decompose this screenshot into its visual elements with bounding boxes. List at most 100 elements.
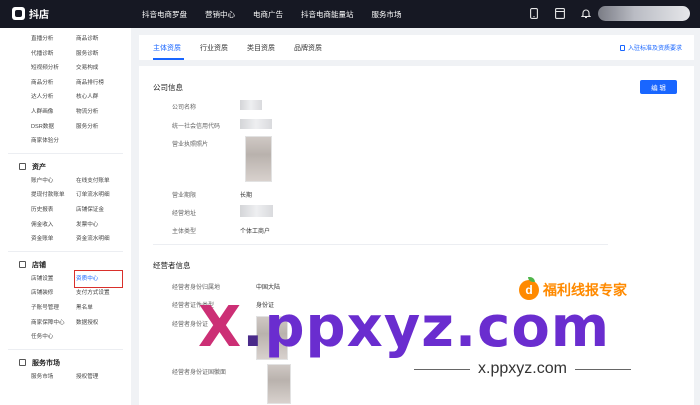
edit-button[interactable]: 编 辑 bbox=[640, 80, 677, 94]
sidebar-item[interactable]: 数据授权 bbox=[76, 316, 121, 331]
address-redacted bbox=[240, 205, 273, 217]
sidebar-section-store[interactable]: 店铺 bbox=[19, 258, 131, 272]
sidebar-item[interactable]: 核心人群 bbox=[76, 90, 121, 105]
sidebar-market-items: 服务市场 授权管理 bbox=[31, 370, 131, 385]
sidebar-item[interactable]: 商品排行榜 bbox=[76, 76, 121, 91]
app-name: 抖店 bbox=[29, 10, 49, 21]
sidebar-divider bbox=[8, 348, 123, 350]
nav-marketing[interactable]: 营销中心 bbox=[205, 9, 235, 20]
sidebar-item[interactable]: 直播分析 bbox=[31, 32, 76, 47]
sidebar-item[interactable]: 短视频分析 bbox=[31, 61, 76, 76]
bell-icon[interactable] bbox=[580, 7, 592, 20]
sidebar-item[interactable]: 商家保障中心 bbox=[31, 316, 76, 331]
sidebar-item[interactable] bbox=[76, 134, 121, 149]
sidebar-item[interactable]: 在线支付账单 bbox=[76, 174, 121, 189]
nav-ads[interactable]: 电商广告 bbox=[253, 9, 283, 20]
section-title: 资产 bbox=[32, 163, 46, 171]
sidebar-item-qualification-center[interactable]: 资质中心 bbox=[74, 269, 123, 289]
sidebar-data-items: 直播分析 商品诊断 代播诊断 服务诊断 短视频分析 交易构成 商品分析 商品排行… bbox=[31, 32, 131, 149]
tab-brand-qualification[interactable]: 品牌资质 bbox=[294, 43, 322, 53]
sidebar-item[interactable]: 交易构成 bbox=[76, 61, 121, 76]
sidebar-item[interactable]: 发票中心 bbox=[76, 218, 121, 233]
entity-type-value: 个体工商户 bbox=[240, 229, 271, 235]
sidebar-item[interactable]: 支付方式设置 bbox=[76, 286, 121, 301]
sidebar-item[interactable]: 佣金收入 bbox=[31, 218, 76, 233]
sidebar-item[interactable]: 店铺装修 bbox=[31, 286, 76, 301]
sidebar-item[interactable]: 资金流水明细 bbox=[76, 232, 121, 247]
sidebar-item[interactable]: 服务市场 bbox=[31, 370, 76, 385]
watermark-dot: . bbox=[242, 295, 265, 360]
nav-service-market[interactable]: 服务市场 bbox=[372, 9, 402, 20]
nav-compass[interactable]: 抖音电商罗盘 bbox=[142, 9, 187, 20]
tab-industry-qualification[interactable]: 行业资质 bbox=[200, 43, 228, 53]
sidebar-item[interactable]: 达人分析 bbox=[31, 90, 76, 105]
term-value: 长期 bbox=[240, 193, 253, 199]
sidebar-item[interactable] bbox=[76, 330, 121, 345]
section-divider bbox=[153, 244, 608, 245]
sidebar-item[interactable]: 服务诊断 bbox=[76, 47, 121, 62]
sidebar-section-assets[interactable]: 资产 bbox=[19, 160, 131, 174]
company-info-title: 公司信息 bbox=[153, 83, 183, 92]
section-title: 服务市场 bbox=[32, 359, 60, 367]
id-card-back-image[interactable] bbox=[267, 364, 291, 404]
credit-code-label: 统一社会信用代码 bbox=[172, 124, 221, 130]
user-account-menu[interactable] bbox=[598, 6, 690, 21]
sidebar-item[interactable]: 商家体验分 bbox=[31, 134, 76, 149]
company-name-redacted bbox=[240, 100, 262, 110]
watermark-x: X bbox=[198, 295, 243, 360]
sidebar-item[interactable]: 商品诊断 bbox=[76, 32, 121, 47]
sidebar-item[interactable]: 店铺保证金 bbox=[76, 203, 121, 218]
sidebar-item[interactable]: 人群画像 bbox=[31, 105, 76, 120]
document-icon bbox=[619, 44, 625, 51]
top-nav: 抖音电商罗盘 营销中心 电商广告 抖音电商能量站 服务市场 bbox=[142, 0, 420, 28]
sidebar-item[interactable]: 订单流水明细 bbox=[76, 188, 121, 203]
app-logo[interactable]: 抖店 bbox=[12, 6, 49, 21]
requirements-link[interactable]: 入驻标准及资质要求 bbox=[619, 43, 682, 52]
sidebar-store-items: 店铺设置 资质中心 店铺装修 支付方式设置 子账号管理 黑名单 商家保障中心 数… bbox=[31, 269, 131, 345]
license-photo-image[interactable] bbox=[245, 136, 272, 182]
watermark-rest: ppxyz.com bbox=[264, 295, 611, 360]
sidebar-divider bbox=[8, 250, 123, 252]
watermark-url-text: x.ppxyz.com bbox=[478, 360, 567, 377]
sidebar-item[interactable]: 资金账单 bbox=[31, 232, 76, 247]
tab-entity-qualification[interactable]: 主体资质 bbox=[153, 43, 181, 53]
sidebar-item[interactable]: 提现付款账单 bbox=[31, 188, 76, 203]
sidebar-item[interactable]: 历史报表 bbox=[31, 203, 76, 218]
license-photo-label: 营业执照照片 bbox=[172, 142, 209, 148]
sidebar-item[interactable]: 代播诊断 bbox=[31, 47, 76, 62]
phone-icon[interactable] bbox=[528, 7, 540, 20]
qualification-tabs: 主体资质 行业资质 类目资质 品牌资质 入驻标准及资质要求 bbox=[139, 35, 694, 60]
watermark-url: x.ppxyz.com bbox=[414, 360, 631, 378]
sidebar-item[interactable]: 商品分析 bbox=[31, 76, 76, 91]
sidebar-item[interactable]: 物流分析 bbox=[76, 105, 121, 120]
sidebar-item[interactable]: 授权管理 bbox=[76, 370, 121, 385]
term-label: 营业期限 bbox=[172, 193, 197, 199]
operator-info-title: 经营者信息 bbox=[153, 261, 191, 270]
sidebar-item[interactable]: 子账号管理 bbox=[31, 301, 76, 316]
sidebar-item[interactable]: 任务中心 bbox=[31, 330, 76, 345]
sidebar-item[interactable]: 店铺设置 bbox=[31, 272, 76, 287]
watermark-domain: X.ppxyz.com bbox=[198, 300, 610, 356]
requirements-link-label: 入驻标准及资质要求 bbox=[627, 46, 682, 52]
entity-type-label: 主体类型 bbox=[172, 229, 197, 235]
sidebar-item[interactable]: 服务分析 bbox=[76, 120, 121, 135]
wallet-icon bbox=[19, 163, 26, 171]
address-label: 经营地址 bbox=[172, 211, 197, 217]
tab-category-qualification[interactable]: 类目资质 bbox=[247, 43, 275, 53]
active-tab-indicator bbox=[153, 58, 184, 60]
sidebar-item[interactable]: DSR数据 bbox=[31, 120, 76, 135]
sidebar-assets-items: 账户中心 在线支付账单 提现付款账单 订单流水明细 历史报表 店铺保证金 佣金收… bbox=[31, 174, 131, 247]
sidebar-item[interactable]: 账户中心 bbox=[31, 174, 76, 189]
id-region-label: 经营者身份归属地 bbox=[172, 285, 221, 291]
grid-icon[interactable] bbox=[554, 7, 566, 20]
sidebar-item[interactable]: 黑名单 bbox=[76, 301, 121, 316]
top-navbar: 抖店 抖音电商罗盘 营销中心 电商广告 抖音电商能量站 服务市场 bbox=[0, 0, 700, 28]
id-card-back-label: 经营者身份证国徽面 bbox=[172, 370, 227, 376]
watermark-line bbox=[414, 368, 470, 370]
id-region-value: 中国大陆 bbox=[256, 285, 281, 291]
section-title: 店铺 bbox=[32, 261, 46, 269]
sidebar: 直播分析 商品诊断 代播诊断 服务诊断 短视频分析 交易构成 商品分析 商品排行… bbox=[0, 28, 131, 405]
nav-energy-station[interactable]: 抖音电商能量站 bbox=[301, 9, 354, 20]
sidebar-divider bbox=[8, 152, 123, 154]
sidebar-section-service-market[interactable]: 服务市场 bbox=[19, 356, 131, 370]
